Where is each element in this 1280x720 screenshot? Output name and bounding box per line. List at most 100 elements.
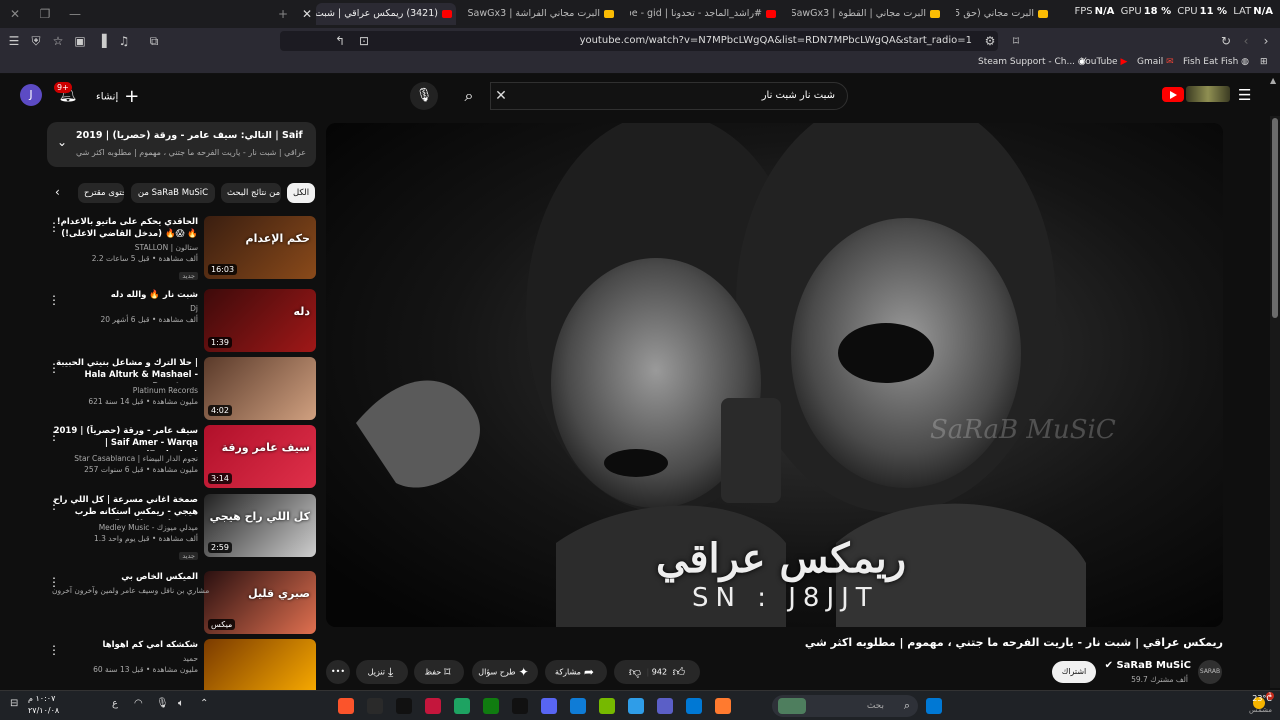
nvidia-icon[interactable] [599,698,615,714]
close-window-icon[interactable]: ✕ [6,5,24,23]
chip-suggested[interactable]: محتوى مقترح [78,183,124,203]
capcut-icon[interactable] [512,698,528,714]
more-options-icon[interactable]: ⋮ [48,361,60,375]
recommendation-item[interactable]: كل اللي راح هيجي 2:59 صمخة اغاني مسرعة | ك… [40,494,316,560]
clock-time[interactable]: ١٠:٠٧ م [28,694,55,703]
tab-youtube-active[interactable]: (3421) ريمكس عراقي | شبت نار [316,3,456,25]
recommendation-title[interactable]: الحاقدي يحكم على ماتيو بالاعدام! 😱🔥 (مدخ… [52,216,198,240]
store-icon[interactable] [686,698,702,714]
teams-icon[interactable] [657,698,673,714]
music-icon[interactable]: ♫ [116,33,132,49]
chip-all[interactable]: الكل [287,183,315,203]
chrome-icon[interactable] [454,698,470,714]
playlist-panel[interactable]: ⌄ التالي: سيف عامر - ورقة (حصرياً) | 201… [47,122,316,167]
video-thumbnail[interactable]: حكم الإعدام 16:03 [204,216,316,279]
clock-date[interactable]: ٢٧/١٠/٠٨ [28,706,59,715]
recommendation-title[interactable]: شبت نار 🔥 والله دله [52,289,198,301]
more-options-icon[interactable]: ⋮ [48,575,60,589]
system-tray-icon[interactable]: ⊟ [10,698,18,709]
like-icon[interactable]: 👍︎ [673,665,686,679]
mic-tray-icon[interactable]: 🎙︎ [156,698,169,709]
ask-button[interactable]: طرح سؤال ✦ [472,660,538,684]
channel-avatar[interactable]: SARAB [1198,660,1222,684]
bookmark-fish-eat-fish[interactable]: Fish Eat Fish ◍ [1183,57,1249,67]
all-bookmarks-icon[interactable]: ⊞ [1260,57,1268,67]
guide-menu-icon[interactable]: ☰ [1238,86,1251,104]
recommendation-item[interactable]: 4:02 حلا الترك و مشاعل بنيتي الحبيبة | Ha… [40,357,316,423]
expand-chevron-icon[interactable]: ⌄ [57,135,67,149]
recommendation-item[interactable]: دله 1:39 شبت نار 🔥 والله دله Dj 20 ألف مشاهد… [40,289,316,355]
bookmark-youtube[interactable]: YouTube ▶ [1081,57,1127,67]
recommendation-channel[interactable]: مشاري بن نافل وسيف عامر ولمين وآخرون آخر… [52,586,209,595]
minimize-window-icon[interactable]: — [66,5,84,23]
video-thumbnail[interactable]: كل اللي راح هيجي 2:59 [204,494,316,557]
chips-scroll-left-icon[interactable]: ‹ [55,185,60,199]
volume-icon[interactable]: 🔈︎ [178,698,184,709]
recommendation-title[interactable]: شكشكه امي كم اهواها [52,639,198,651]
create-button[interactable]: إنشاء + [96,86,139,107]
video-thumbnail[interactable]: صبري قليل ميكس [204,571,316,634]
youtube-doodle-logo[interactable] [1186,86,1230,102]
more-options-icon[interactable]: ⋮ [48,498,60,512]
video-thumbnail[interactable]: 4:02 [204,357,316,420]
scrollbar-thumb[interactable] [1272,118,1278,318]
channel-name[interactable]: ✔︎ SaRaB MuSiC [1105,660,1191,671]
tab-close-icon[interactable]: ✕ [298,5,316,23]
recommendation-item[interactable]: صبري قليل ميكس الميكس الخاص بي مشاري بن ناف… [40,571,316,637]
dislike-icon[interactable]: 👎︎ [629,665,641,679]
outlook-icon[interactable] [628,698,644,714]
chip-from-channel[interactable]: من SaRaB MuSiC [131,183,215,203]
address-bar[interactable]: youtube.com/watch?v=N7MPbcLWgQA&list=RDN… [280,31,998,51]
more-options-icon[interactable]: ⋮ [48,643,60,657]
windows-start-icon[interactable] [926,698,942,714]
clear-search-icon[interactable]: ✕ [492,82,510,110]
account-avatar[interactable]: J [20,84,42,106]
recommendation-title[interactable]: صمخة اغاني مسرعة | كل اللي راح هيجي - ري… [52,494,198,520]
share-icon[interactable]: ↰ [332,33,348,49]
xbox-icon[interactable] [483,698,499,714]
screenshot-icon[interactable]: ⧉ [146,33,162,49]
video-thumbnail[interactable]: سيف عامر ورقة 3:14 [204,425,316,488]
discord-icon[interactable] [541,698,557,714]
tab-drive-2[interactable]: البرت مجاني | القطوة | Drive - SawGx3 [792,3,944,25]
reload-icon[interactable]: ↻ [1218,33,1234,49]
voice-search-mic-icon[interactable]: 🎙︎ [410,82,438,110]
acrobat-icon[interactable] [425,698,441,714]
chip-from-search[interactable]: من نتائج البحث [221,183,281,203]
more-actions-button[interactable]: ••• [326,660,350,684]
brave-icon[interactable] [338,698,354,714]
language-indicator[interactable]: ع [112,698,118,709]
shield-icon[interactable]: ⛨ [28,33,44,49]
subscribe-button[interactable]: اشتراك [1052,661,1096,683]
recommendation-channel[interactable]: Platinum Records [52,386,198,395]
save-button[interactable]: حفظ ⌑ [414,660,464,684]
pip-icon[interactable]: ⊡ [356,33,372,49]
edge-icon[interactable] [570,698,586,714]
more-options-icon[interactable]: ⋮ [48,429,60,443]
recommendation-item[interactable]: حكم الإعدام 16:03 الحاقدي يحكم على ماتيو ب… [40,216,316,282]
youtube-logo[interactable] [1162,87,1184,102]
scroll-up-icon[interactable]: ▲ [1270,76,1276,85]
sidebar-icon[interactable]: ▐ [94,33,110,49]
recommendation-title[interactable]: الميكس الخاص بي [52,571,198,583]
more-options-icon[interactable]: ⋮ [48,293,60,307]
tabs-icon[interactable]: ▣ [72,33,88,49]
bookmark-gmail[interactable]: Gmail ✉ [1137,57,1174,67]
tiktok-icon[interactable] [396,698,412,714]
bookmark-steam[interactable]: Steam Support - Ch... ◉ [978,57,1086,67]
search-button[interactable]: ⌕ [450,82,488,110]
tab-youtube-2[interactable]: #راشد_الماجد - تحدونا | YouTube - gid [630,3,780,25]
new-tab-icon[interactable]: + [274,5,292,23]
recommendation-channel[interactable]: Dj [52,304,198,313]
weather-temperature[interactable]: 23°C [1252,694,1272,703]
recommendation-channel[interactable]: STALLON | ستالون [52,243,198,252]
wifi-icon[interactable]: ◠ [134,698,143,709]
share-button[interactable]: مشاركة ➦ [545,660,607,684]
menu-icon[interactable]: ☰ [6,33,22,49]
video-thumbnail[interactable]: دله 1:39 [204,289,316,352]
bookmark-icon[interactable]: ⌑ [1008,33,1024,49]
download-button[interactable]: تنزيل ⤓ [356,660,408,684]
restore-window-icon[interactable]: ❐ [36,5,54,23]
forward-icon[interactable]: ‹ [1238,33,1254,49]
site-settings-icon[interactable]: ⚙ [982,33,998,49]
